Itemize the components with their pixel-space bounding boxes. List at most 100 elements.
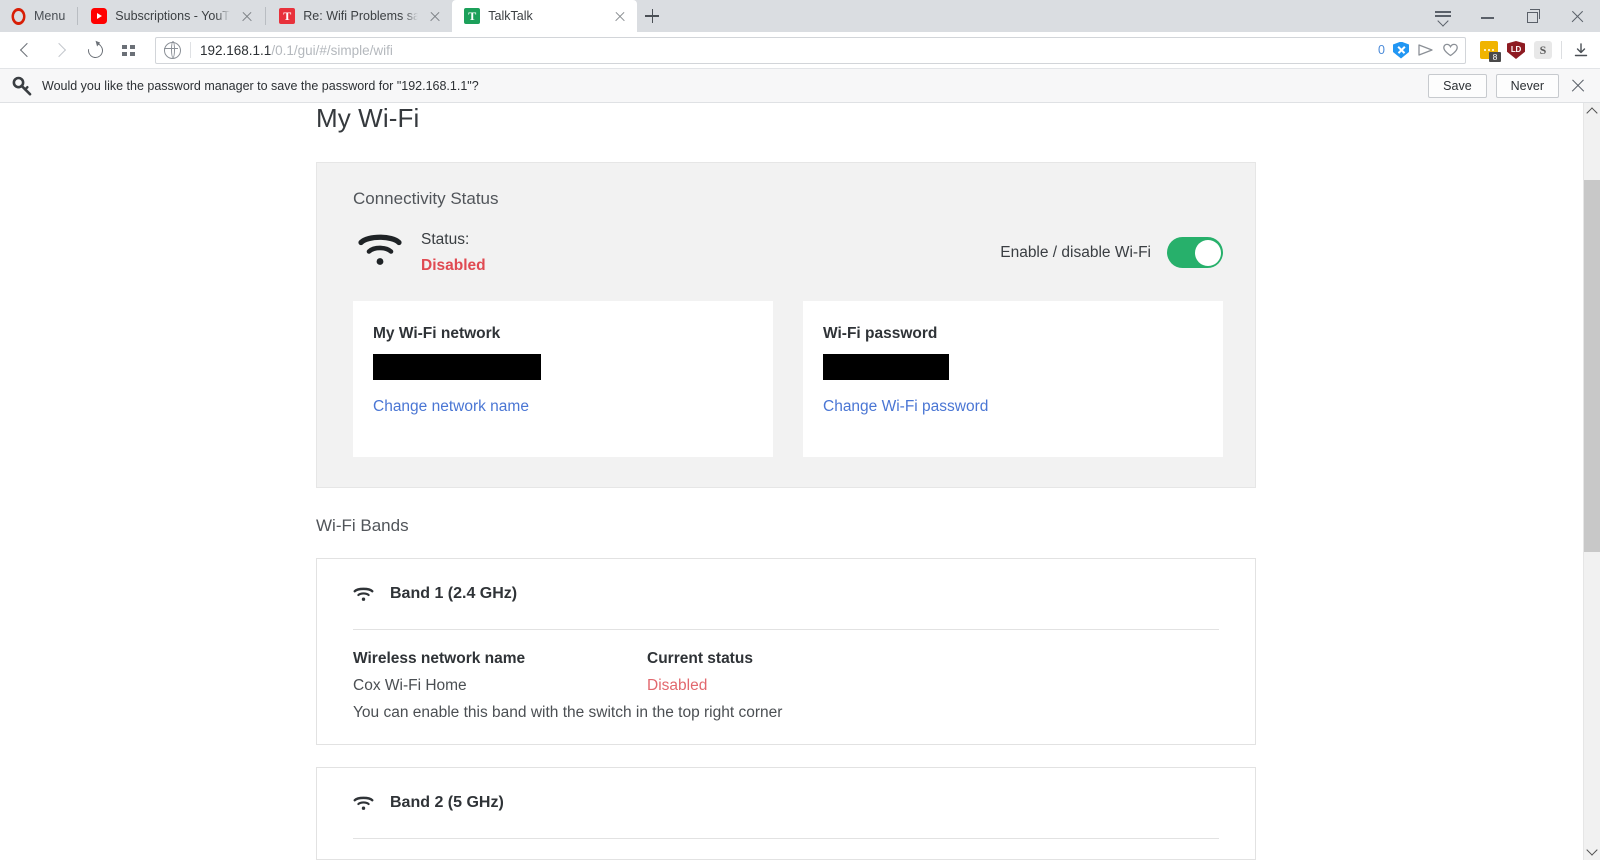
page-content: My Wi-Fi Connectivity Status Status: Dis… (316, 103, 1256, 860)
reload-icon[interactable] (77, 35, 111, 65)
wifi-toggle-group: Enable / disable Wi-Fi (1000, 227, 1223, 268)
page-scrollbar[interactable] (1583, 103, 1600, 860)
wifi-icon (353, 586, 374, 602)
band-details-grid (353, 839, 1219, 859)
wifi-info-cards: My Wi-Fi network Change network name Wi-… (353, 301, 1223, 457)
page-root: My Wi-Fi Connectivity Status Status: Dis… (0, 103, 1560, 860)
card-title: Wi-Fi password (823, 325, 938, 342)
never-save-password-button[interactable]: Never (1495, 73, 1559, 98)
band-body (317, 838, 1255, 859)
s-extension-icon[interactable]: S (1534, 41, 1552, 59)
toggle-knob (1194, 239, 1221, 266)
notification-actions: Save Never (1428, 73, 1588, 98)
adblock-extension-icon[interactable]: 8 (1480, 41, 1501, 62)
scrollbar-thumb[interactable] (1584, 180, 1600, 552)
band-card-2: Band 2 (5 GHz) (316, 767, 1256, 860)
url-divider (190, 42, 191, 58)
band-note: You can enable this band with the switch… (353, 704, 783, 721)
shield-x-icon[interactable] (1393, 41, 1409, 59)
url-input[interactable]: 192.168.1.1/0.1/gui/#/simple/wifi 0 (155, 36, 1466, 64)
wifi-icon (353, 795, 374, 811)
url-path: /0.1/gui/#/simple/wifi (271, 42, 393, 58)
change-network-name-link[interactable]: Change network name (373, 398, 529, 416)
address-bar: 192.168.1.1/0.1/gui/#/simple/wifi 0 8 LD… (0, 32, 1600, 69)
tab-close-icon[interactable] (426, 7, 444, 25)
column-header-current-status: Current status (647, 650, 753, 667)
tab-menu-icon[interactable] (1420, 0, 1465, 32)
band-current-status: Disabled (647, 677, 708, 694)
status-value: Disabled (421, 257, 486, 274)
url-right-icons: 0 (1378, 41, 1459, 59)
close-icon[interactable] (1555, 0, 1600, 32)
chevron-down-icon[interactable] (1584, 843, 1600, 860)
notification-message: Would you like the password manager to s… (42, 78, 479, 93)
download-icon[interactable] (1571, 41, 1591, 59)
status-label: Status: (421, 231, 470, 248)
save-password-button[interactable]: Save (1428, 73, 1487, 98)
tab-close-icon[interactable] (611, 7, 629, 25)
band-network-name: Cox Wi-Fi Home (353, 677, 467, 694)
key-icon (12, 76, 34, 96)
tab-strip: Menu Subscriptions - YouTube T Re: Wifi … (0, 0, 1600, 32)
forward-arrow-icon[interactable] (43, 35, 77, 65)
restore-icon[interactable] (1510, 0, 1555, 32)
card-title: My Wi-Fi network (373, 325, 501, 342)
wifi-password-card: Wi-Fi password Change Wi-Fi password (803, 301, 1223, 457)
column-header-network-name: Wireless network name (353, 650, 526, 667)
band-details-grid: Wireless network name Current status Cox… (353, 630, 1219, 695)
tab-separator (265, 7, 267, 25)
my-wifi-network-card: My Wi-Fi network Change network name (353, 301, 773, 457)
adblock-count: 0 (1378, 43, 1385, 57)
network-name-redacted-value (373, 354, 541, 380)
page-title: My Wi-Fi (316, 103, 420, 133)
window-controls (1420, 0, 1600, 32)
band-card-1: Band 1 (2.4 GHz) Wireless network name C… (316, 558, 1256, 745)
wifi-password-redacted-value (823, 354, 949, 380)
band-name: Band 1 (2.4 GHz) (390, 585, 518, 602)
lastpass-extension-icon[interactable]: LD (1507, 41, 1525, 59)
band-body: Wireless network name Current status Cox… (317, 629, 1255, 744)
chevron-up-icon[interactable] (1584, 103, 1600, 120)
heart-icon[interactable] (1442, 42, 1459, 58)
thunderbird-icon: T (279, 8, 296, 24)
url-host: 192.168.1.1 (200, 42, 272, 58)
status-row: Status: Disabled Enable / disable Wi-Fi (353, 227, 1223, 275)
minimize-icon[interactable] (1465, 0, 1510, 32)
wifi-toggle-label: Enable / disable Wi-Fi (1000, 243, 1151, 261)
opera-menu-button[interactable]: Menu (0, 0, 76, 32)
browser-window: Menu Subscriptions - YouTube T Re: Wifi … (0, 0, 1600, 860)
extension-badge-count: 8 (1489, 52, 1501, 62)
password-save-notification: Would you like the password manager to s… (0, 69, 1600, 103)
extensions-area: 8 LD S (1474, 41, 1591, 62)
wifi-bands-heading: Wi-Fi Bands (316, 516, 409, 535)
send-icon[interactable] (1417, 42, 1434, 58)
band-name: Band 2 (5 GHz) (390, 794, 504, 811)
new-tab-button[interactable] (637, 0, 667, 32)
youtube-icon (91, 8, 108, 24)
back-arrow-icon[interactable] (9, 35, 43, 65)
tab-separator (77, 7, 79, 25)
globe-icon (163, 41, 181, 59)
tab-close-icon[interactable] (238, 7, 256, 25)
close-icon[interactable] (1568, 76, 1588, 96)
menu-label: Menu (34, 9, 66, 23)
tab-wifi-problems-email[interactable]: T Re: Wifi Problems sagemc (267, 0, 452, 32)
page-viewport: My Wi-Fi Connectivity Status Status: Dis… (0, 103, 1600, 860)
connectivity-status-heading: Connectivity Status (353, 189, 499, 208)
tab-subscriptions-youtube[interactable]: Subscriptions - YouTube (79, 0, 264, 32)
connectivity-status-panel: Connectivity Status Status: Disabled Ena… (316, 162, 1256, 488)
opera-logo-icon (11, 7, 26, 25)
tab-talktalk[interactable]: T TalkTalk (452, 0, 638, 32)
band-header: Band 1 (2.4 GHz) (317, 559, 1255, 629)
url-text: 192.168.1.1/0.1/gui/#/simple/wifi (200, 43, 393, 58)
wifi-icon (357, 230, 403, 268)
toolbar-divider (1561, 41, 1562, 59)
tab-title: TalkTalk (488, 9, 533, 23)
change-wifi-password-link[interactable]: Change Wi-Fi password (823, 398, 988, 416)
tab-title: Subscriptions - YouTube (115, 9, 230, 23)
talktalk-icon: T (464, 8, 481, 24)
wifi-enable-toggle[interactable] (1167, 237, 1223, 268)
tab-title: Re: Wifi Problems sagemc (303, 9, 419, 23)
band-header: Band 2 (5 GHz) (317, 768, 1255, 838)
grid-icon[interactable] (111, 35, 145, 65)
